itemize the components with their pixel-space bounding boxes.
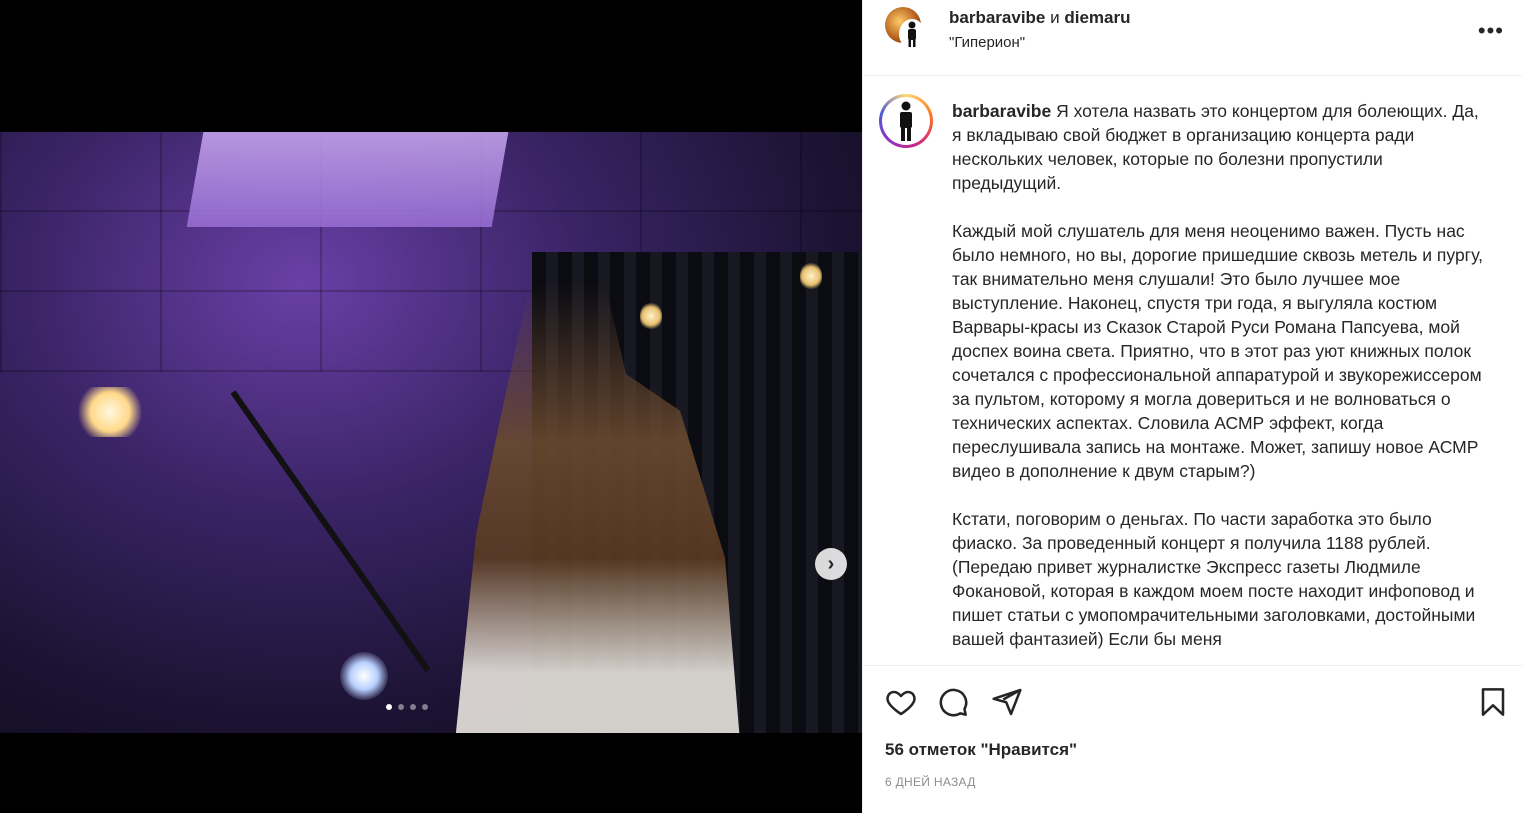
save-button[interactable]: [1477, 686, 1509, 718]
post-media: ›: [0, 0, 862, 813]
slide-dot: [386, 704, 392, 710]
slide-dot: [422, 704, 428, 710]
post-side-panel: barbaravibe и diemaru "Гиперион" ••• bar…: [862, 0, 1522, 813]
heart-icon: [886, 690, 916, 716]
post-date[interactable]: 6 ДНЕЙ НАЗАД: [885, 775, 976, 789]
string-bulb: [640, 302, 662, 330]
post-authors: barbaravibe и diemaru: [949, 8, 1131, 28]
ceiling-light-panel: [186, 132, 509, 227]
more-options-button[interactable]: •••: [1478, 18, 1504, 44]
slide-dot: [410, 704, 416, 710]
mic-stand: [230, 390, 431, 673]
chevron-right-icon: ›: [827, 552, 835, 575]
person-icon: [908, 21, 916, 47]
share-button[interactable]: [991, 686, 1023, 718]
author-link-1[interactable]: barbaravibe: [949, 8, 1045, 27]
blue-stage-light: [340, 652, 388, 700]
action-bar: [863, 665, 1522, 735]
caption-paragraph-2: Каждый мой слушатель для меня неоценимо …: [952, 221, 1483, 481]
avatar[interactable]: [879, 94, 933, 148]
person-icon: [900, 101, 912, 141]
string-bulb: [800, 262, 822, 290]
send-icon: [992, 688, 1022, 716]
avatar-secondary[interactable]: [899, 19, 925, 49]
authors-conjunction: и: [1050, 8, 1060, 27]
caption-author[interactable]: barbaravibe: [952, 101, 1051, 121]
like-button[interactable]: [885, 686, 917, 718]
more-horizontal-icon: •••: [1477, 18, 1504, 43]
next-slide-button[interactable]: ›: [815, 548, 847, 580]
stage-light: [75, 387, 145, 437]
slide-indicator: [386, 704, 428, 710]
author-link-2[interactable]: diemaru: [1064, 8, 1130, 27]
caption-paragraph-3: Кстати, поговорим о деньгах. По части за…: [952, 509, 1476, 649]
likes-count[interactable]: 56 отметок "Нравится": [885, 740, 1077, 760]
post-photo[interactable]: ›: [0, 132, 862, 733]
slide-dot: [398, 704, 404, 710]
location-link[interactable]: "Гиперион": [949, 34, 1025, 51]
caption-area: barbaravibe Я хотела назвать это концерт…: [863, 77, 1522, 665]
bookmark-icon: [1481, 688, 1505, 716]
comment-button[interactable]: [937, 686, 969, 718]
comment-icon: [939, 688, 968, 717]
post-header: barbaravibe и diemaru "Гиперион" •••: [863, 0, 1522, 76]
post-caption: barbaravibe Я хотела назвать это концерт…: [952, 99, 1492, 665]
